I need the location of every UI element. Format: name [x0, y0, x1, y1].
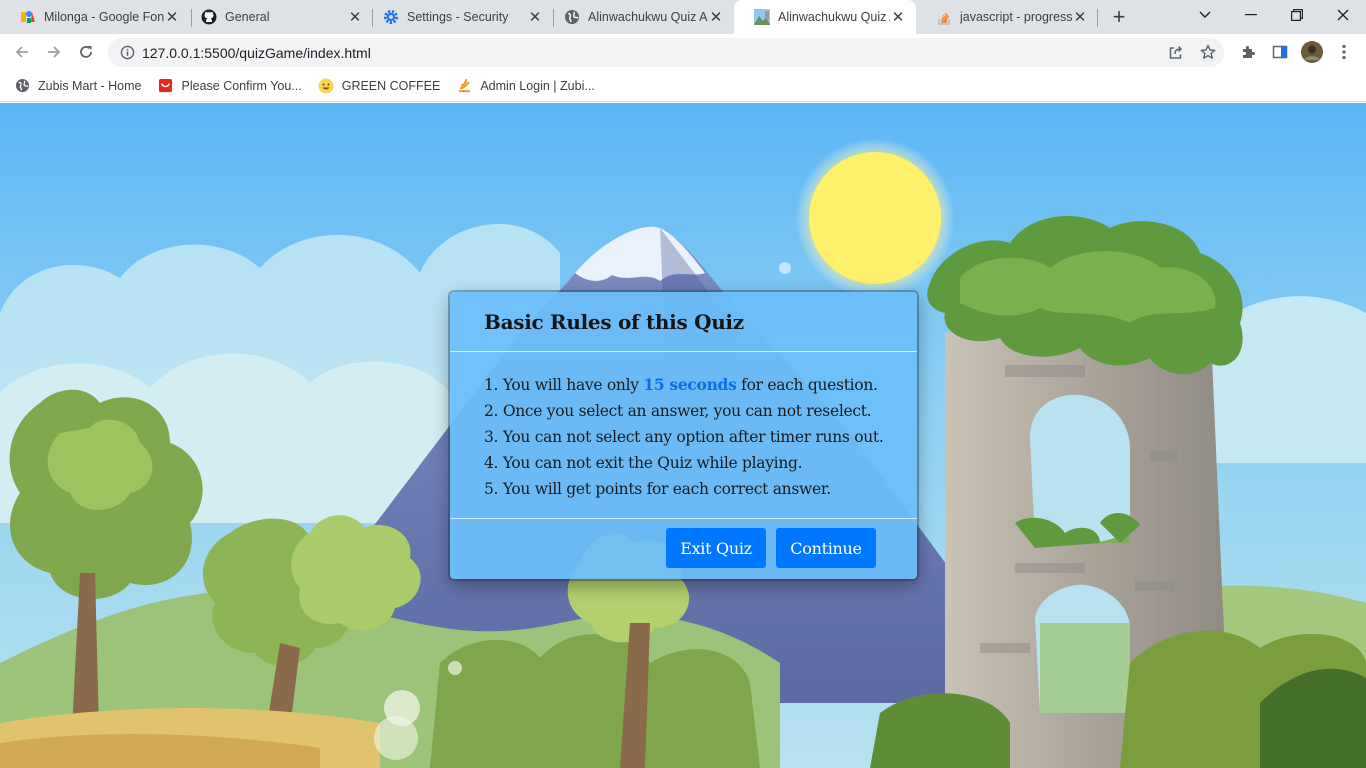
tab-title: Milonga - Google Fon [44, 10, 164, 24]
tab-title: Alinwachukwu Quiz A [778, 10, 890, 24]
continue-button[interactable]: Continue [776, 528, 876, 568]
github-icon [201, 9, 217, 25]
bookmark-zubis-mart[interactable]: Zubis Mart - Home [14, 78, 142, 94]
forward-button[interactable] [40, 38, 68, 66]
rule-1-suffix: for each question. [736, 376, 878, 394]
rules-dialog: Basic Rules of this Quiz 1. You will hav… [450, 292, 917, 579]
chrome-menu-icon[interactable] [1330, 38, 1358, 66]
close-tab-icon[interactable]: ✕ [164, 9, 180, 26]
dialog-footer: Exit Quiz Continue [450, 518, 917, 579]
share-icon[interactable] [1162, 38, 1190, 66]
exit-quiz-button[interactable]: Exit Quiz [666, 528, 766, 568]
rule-item: 1. You will have only 15 seconds for eac… [484, 372, 917, 398]
stackoverflow-icon [936, 9, 952, 25]
smiley-icon [318, 78, 334, 94]
close-tab-icon[interactable]: ✕ [347, 9, 363, 26]
tab-title: Alinwachukwu Quiz A [588, 10, 708, 24]
settings-gear-icon [383, 9, 399, 25]
tab-settings-security[interactable]: Settings - Security ✕ [363, 0, 553, 34]
bookmark-green-coffee[interactable]: GREEN COFFEE [318, 78, 441, 94]
tab-milonga[interactable]: Milonga - Google Fon ✕ [0, 0, 190, 34]
close-tab-icon[interactable]: ✕ [527, 9, 543, 26]
globe-icon [14, 78, 30, 94]
reload-button[interactable] [72, 38, 100, 66]
page-thumbnail-icon [754, 9, 770, 25]
site-info-icon[interactable] [112, 45, 142, 60]
side-panel-icon[interactable] [1266, 38, 1294, 66]
tab-title: General [225, 10, 270, 24]
tab-title: javascript - progress b [960, 10, 1072, 24]
address-bar[interactable]: 127.0.0.1:5500/quizGame/index.html [108, 38, 1224, 67]
bookmark-label: Admin Login | Zubi... [480, 78, 595, 93]
rule-item: 3. You can not select any option after t… [484, 428, 884, 446]
red-bag-icon [158, 78, 174, 94]
flame-icon [456, 78, 472, 94]
bookmark-label: GREEN COFFEE [341, 78, 441, 93]
close-tab-icon[interactable]: ✕ [890, 9, 906, 26]
tab-title: Settings - Security [407, 10, 509, 24]
tab-quiz-active[interactable]: Alinwachukwu Quiz A ✕ [734, 0, 916, 34]
extensions-icon[interactable] [1234, 38, 1262, 66]
time-limit-highlight: 15 seconds [643, 375, 737, 394]
close-window-button[interactable] [1320, 0, 1366, 30]
bookmark-admin-login[interactable]: Admin Login | Zubi... [456, 78, 595, 94]
tab-general[interactable]: General ✕ [181, 0, 373, 34]
rule-item: 5. You will get points for each correct … [484, 480, 831, 498]
rule-1-prefix: 1. You will have only [484, 376, 644, 394]
restore-button[interactable] [1274, 0, 1320, 30]
rules-list: 1. You will have only 15 seconds for eac… [450, 352, 917, 502]
tab-quiz-1[interactable]: Alinwachukwu Quiz A ✕ [544, 0, 734, 34]
page-viewport: Basic Rules of this Quiz 1. You will hav… [0, 103, 1366, 768]
browser-toolbar: 127.0.0.1:5500/quizGame/index.html [0, 34, 1366, 70]
tab-javascript[interactable]: javascript - progress b ✕ [916, 0, 1098, 34]
google-fonts-icon [20, 9, 36, 25]
bookmark-star-icon[interactable] [1194, 38, 1222, 66]
minimize-button[interactable] [1228, 0, 1274, 30]
tab-search-icon[interactable] [1182, 0, 1228, 30]
profile-avatar[interactable] [1298, 38, 1326, 66]
globe-icon [564, 9, 580, 25]
close-tab-icon[interactable]: ✕ [708, 9, 724, 26]
close-tab-icon[interactable]: ✕ [1072, 9, 1088, 26]
bookmark-please-confirm[interactable]: Please Confirm You... [158, 78, 302, 94]
bookmark-label: Please Confirm You... [181, 78, 302, 93]
bookmark-label: Zubis Mart - Home [38, 78, 142, 93]
rule-item: 4. You can not exit the Quiz while playi… [484, 454, 803, 472]
bookmarks-bar: Zubis Mart - Home Please Confirm You... … [0, 70, 1366, 102]
tab-strip: Milonga - Google Fon ✕ General ✕ Setting… [0, 0, 1366, 34]
rule-item: 2. Once you select an answer, you can no… [484, 402, 872, 420]
back-button[interactable] [8, 38, 36, 66]
url-text: 127.0.0.1:5500/quizGame/index.html [142, 44, 371, 61]
dialog-title: Basic Rules of this Quiz [450, 292, 917, 352]
new-tab-button[interactable]: + [1106, 4, 1132, 29]
